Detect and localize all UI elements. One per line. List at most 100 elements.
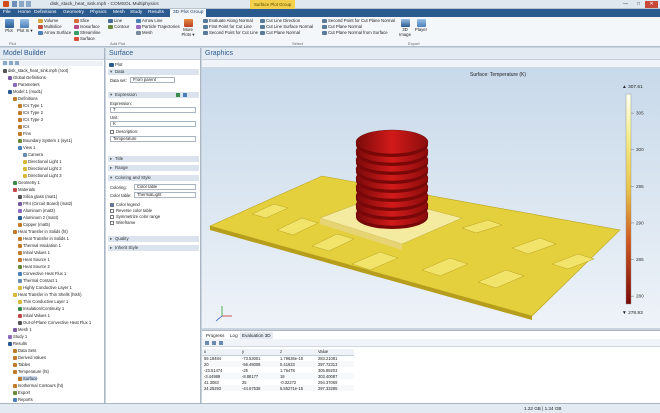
tree-node[interactable]: Heat Transfer in Solids (ht): [13, 229, 68, 234]
add-contour[interactable]: Contour: [108, 24, 129, 29]
tree-node[interactable]: Heat Source 1: [18, 257, 50, 262]
add-multislice[interactable]: Multislice: [38, 24, 62, 29]
add-mesh[interactable]: Mesh: [136, 30, 153, 35]
tree-node[interactable]: ICs Type 1: [18, 103, 43, 108]
tree-node[interactable]: Directional Light 3: [23, 173, 62, 178]
tree-node[interactable]: Aluminum (mat3): [18, 208, 55, 213]
select-evaluate-normal[interactable]: Evaluate Along Normal: [203, 18, 253, 23]
graphics-canvas[interactable]: Surface: Temperature (K) ▲ 307.61 ▼ 278.…: [202, 68, 660, 328]
tree-node[interactable]: Directional Light 1: [23, 159, 62, 164]
export-icon[interactable]: [219, 341, 223, 345]
tab-results[interactable]: Results: [148, 10, 164, 15]
coloring-select[interactable]: Color table: [134, 184, 196, 190]
tree-node[interactable]: Aluminum 2 (mat4): [18, 215, 58, 220]
description-checkbox-box[interactable]: [110, 130, 114, 134]
select-first-point-cut-line[interactable]: First Point for Cut Line: [203, 24, 252, 29]
tree-node[interactable]: Fins: [18, 131, 31, 136]
wireframe-checkbox[interactable]: Wireframe: [110, 220, 135, 225]
tree-node[interactable]: Convective Heat Flux 1: [18, 271, 66, 276]
add-expression-icon[interactable]: [176, 93, 180, 97]
section-data[interactable]: Data: [108, 69, 199, 75]
symmetrize-checkbox[interactable]: Symmetrize color range: [110, 214, 160, 219]
add-isosurface[interactable]: Isosurface: [74, 24, 100, 29]
section-range[interactable]: Range: [108, 165, 199, 171]
tree-node[interactable]: ICs Type 3: [18, 117, 43, 122]
unit-select[interactable]: K: [110, 121, 196, 127]
section-coloring-style[interactable]: Coloring and Style: [108, 175, 199, 181]
close-button[interactable]: ✕: [645, 1, 658, 8]
plot-button[interactable]: Plot: [2, 19, 16, 33]
redo-icon[interactable]: [26, 1, 31, 7]
add-slice[interactable]: Slice: [74, 18, 89, 23]
tab-log[interactable]: Log: [228, 332, 240, 339]
select-second-point-cut-line[interactable]: Second Point for Cut Line: [203, 30, 258, 35]
tree-node[interactable]: Copper (mat5): [18, 222, 50, 227]
color-table-select[interactable]: ThermalLight: [134, 192, 196, 198]
tree-node[interactable]: disk_stack_heat_sink.mph (root): [3, 68, 68, 73]
tree-node[interactable]: Silica glass (mat1): [18, 194, 57, 199]
tree-node[interactable]: Reports: [13, 397, 33, 402]
tree-node[interactable]: ICs Type 2: [18, 110, 43, 115]
tree-node[interactable]: Temperature (ht): [13, 369, 49, 374]
tree-node[interactable]: Heat Transfer in Solids 1: [18, 236, 69, 241]
add-streamline[interactable]: Streamline: [74, 30, 101, 35]
expand-icon[interactable]: [15, 61, 19, 65]
tab-geometry[interactable]: Geometry: [63, 10, 84, 15]
add-arrow-surface[interactable]: Arrow Surface: [38, 30, 71, 35]
tree-node[interactable]: View 1: [18, 145, 36, 150]
clear-icon[interactable]: [212, 341, 216, 345]
tree-node[interactable]: Thermal Insulation 1: [18, 243, 61, 248]
select-cut-plane-normal-2[interactable]: Cut Plane Normal: [322, 24, 362, 29]
tree-node[interactable]: Global Definitions: [8, 75, 46, 80]
tab-study[interactable]: Study: [130, 10, 142, 15]
plot-in-button[interactable]: Plot In ▾: [17, 19, 33, 33]
tab-physics[interactable]: Physics: [90, 10, 107, 15]
section-quality[interactable]: Quality: [108, 236, 199, 242]
tree-node[interactable]: Heat Transfer in Thin Shells (htsh): [13, 292, 81, 297]
add-surface[interactable]: Surface: [74, 36, 95, 41]
tree-node[interactable]: Directional Light 2: [23, 166, 62, 171]
tree-node[interactable]: Camera: [23, 152, 43, 157]
description-field[interactable]: Temperature: [110, 136, 196, 142]
maximize-button[interactable]: □: [632, 1, 645, 8]
tree-node[interactable]: Materials: [13, 187, 35, 192]
tree-node[interactable]: Parameters: [13, 82, 40, 87]
symmetrize-box[interactable]: [110, 215, 114, 219]
arrow-left-icon[interactable]: [3, 61, 7, 65]
tree-node[interactable]: Surface: [18, 376, 38, 381]
data-set-select[interactable]: From parent: [130, 77, 175, 83]
description-checkbox[interactable]: Description:: [110, 129, 138, 134]
more-plots-button[interactable]: More Plots ▾: [180, 19, 196, 37]
reverse-color-box[interactable]: [110, 209, 114, 213]
select-second-point-cut-plane[interactable]: Second Point for Cut Plane Normal: [322, 18, 395, 23]
tree-node[interactable]: Geometry 1: [13, 180, 40, 185]
tree-node[interactable]: Model 1 (mod1): [8, 89, 42, 94]
tree-node[interactable]: Isothermal Contours (ht): [13, 383, 63, 388]
copy-icon[interactable]: [205, 341, 209, 345]
select-cut-line-direction[interactable]: Cut Line Direction: [260, 18, 300, 23]
save-icon[interactable]: [12, 1, 17, 7]
settings-plot-button[interactable]: Plot: [109, 62, 122, 67]
tree-node[interactable]: Initial Values 1: [18, 313, 50, 318]
tree-node[interactable]: Boundary System 1 (sys1): [18, 138, 72, 143]
3d-image-button[interactable]: 3D Image: [398, 19, 412, 37]
tab-evaluation-3d[interactable]: Evaluation 3D: [240, 332, 273, 339]
tab-file[interactable]: File: [3, 10, 11, 15]
wireframe-box[interactable]: [110, 221, 114, 225]
tab-definitions[interactable]: Definitions: [34, 10, 56, 15]
tree-node[interactable]: Insulation/Continuity 1: [18, 306, 64, 311]
select-cut-plane-normal[interactable]: Cut Plane Normal: [260, 30, 300, 35]
tree-node[interactable]: Mesh 1: [13, 327, 32, 332]
color-legend-box[interactable]: [110, 203, 114, 207]
undo-icon[interactable]: [19, 1, 24, 7]
expression-field[interactable]: T: [110, 107, 196, 113]
tree-node[interactable]: FR4 (Circuit Board) (mat2): [18, 201, 72, 206]
minimize-button[interactable]: —: [619, 1, 632, 8]
tree-node[interactable]: Data Sets: [13, 348, 36, 353]
tree-node[interactable]: Derived Values: [13, 355, 46, 360]
tab-mesh[interactable]: Mesh: [113, 10, 125, 15]
player-button[interactable]: Player: [414, 19, 428, 32]
table-row[interactable]: 24.25293 -44.67538 5.55271e-15 297.33285: [202, 385, 354, 391]
add-volume[interactable]: Volume: [38, 18, 58, 23]
tree-node[interactable]: ICs: [18, 124, 29, 129]
